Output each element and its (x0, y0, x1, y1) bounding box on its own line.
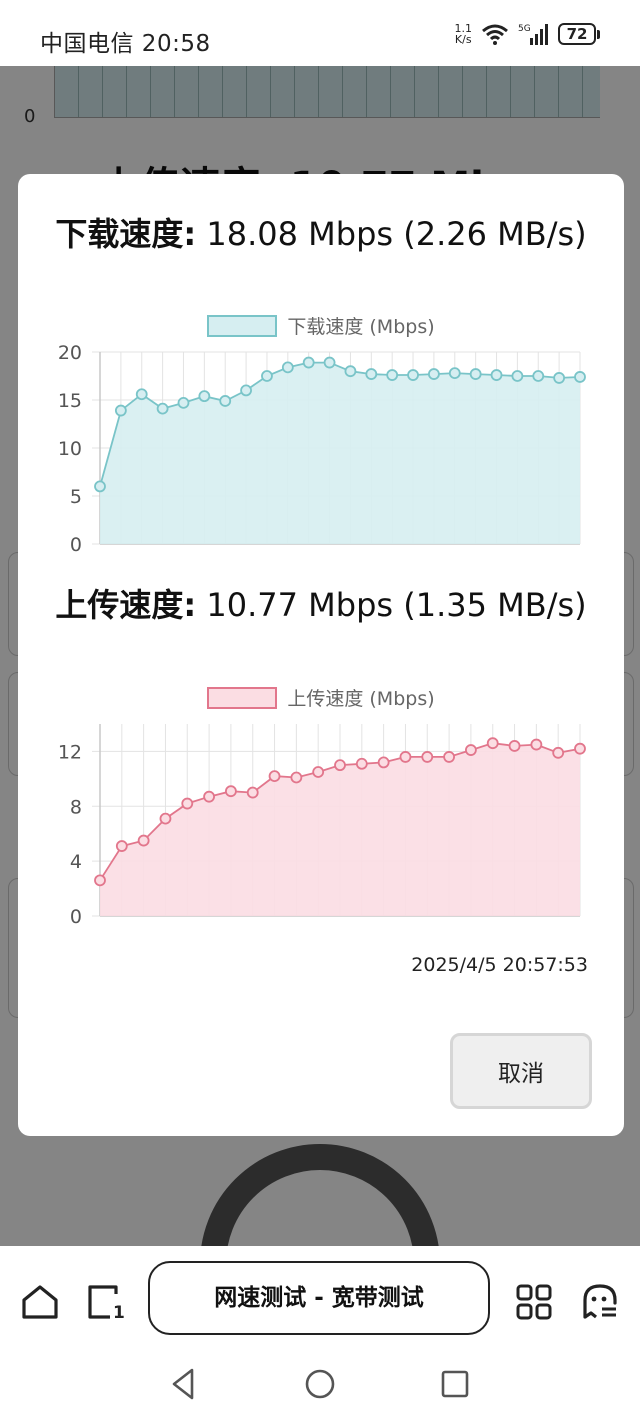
download-chart-data-point (532, 370, 545, 382)
upload-chart-data-point (115, 840, 128, 852)
upload-chart-data-point (421, 751, 434, 763)
download-chart-data-point (94, 480, 106, 493)
upload-chart-data-point (312, 766, 325, 778)
download-chart-ytick-label: 20 (58, 342, 82, 364)
download-chart-data-point (407, 369, 419, 381)
upload-legend-label: 上传速度 (Mbps) (287, 688, 435, 710)
download-chart-data-point (198, 390, 211, 403)
status-icons: 1.1 K/s 5G 72 (455, 22, 600, 46)
download-speed-title: 下载速度: 18.08 Mbps (2.26 MB/s) (38, 214, 604, 254)
status-bar: 中国电信 20:58 1.1 K/s 5G 72 (0, 0, 640, 66)
signal-5g-icon: 5G (518, 24, 548, 45)
download-chart-data-point (261, 370, 273, 382)
upload-chart-data-point (355, 757, 368, 770)
upload-chart-data-point (465, 744, 477, 756)
upload-speed-label: 上传速度: (55, 586, 197, 624)
download-chart-data-point (490, 369, 503, 381)
download-legend-swatch (207, 314, 278, 337)
upload-chart-ytick-label: 12 (58, 741, 82, 763)
download-chart-data-point (135, 388, 148, 401)
download-speed-label: 下载速度: (55, 215, 197, 253)
upload-chart-data-point (486, 737, 499, 750)
upload-chart-data-point (225, 785, 237, 798)
cancel-button[interactable]: 取消 (450, 1033, 592, 1109)
upload-chart-data-point (334, 759, 346, 772)
download-chart-ytick-label: 15 (58, 390, 82, 412)
upload-chart-data-point (443, 751, 455, 763)
download-chart-data-point (553, 372, 566, 384)
recents-icon[interactable] (437, 1366, 473, 1402)
download-chart-data-point (219, 395, 232, 407)
upload-chart-ytick-label: 4 (70, 851, 82, 873)
battery-icon: 72 (558, 23, 600, 45)
upload-speed-chart: 0 4 8 12 (58, 724, 586, 928)
back-icon[interactable] (166, 1366, 202, 1402)
upload-speed-title: 上传速度: 10.77 Mbps (1.35 MB/s) (38, 585, 604, 625)
network-rate-unit: K/s (454, 33, 472, 46)
speed-result-dialog: 下载速度: 18.08 Mbps (2.26 MB/s) 下载速度 (Mbps)… (18, 174, 624, 1136)
download-chart-data-point (240, 384, 252, 397)
upload-chart-data-point (246, 786, 259, 799)
download-chart-data-point (156, 402, 169, 415)
upload-chart-data-point (268, 770, 281, 783)
upload-chart-data-point (137, 834, 150, 847)
upload-chart-data-point (530, 738, 543, 751)
download-chart-ytick-label: 10 (58, 438, 82, 460)
upload-chart-data-point (552, 746, 565, 759)
upload-chart-ytick-label: 8 (70, 796, 82, 818)
test-timestamp: 2025/4/5 20:57:53 (411, 954, 588, 976)
download-chart-data-point (448, 367, 461, 380)
download-chart-data-point (574, 371, 586, 383)
upload-legend[interactable]: 上传速度 (Mbps) (18, 684, 624, 711)
apps-grid-icon[interactable] (514, 1282, 554, 1322)
download-chart-data-point (323, 356, 336, 369)
page-title-bar[interactable]: 网速测试 - 宽带测试 (148, 1261, 490, 1335)
download-chart-area (100, 362, 580, 544)
download-chart-data-point (511, 370, 524, 382)
browser-toolbar: 1 网速测试 - 宽带测试 (0, 1246, 640, 1356)
download-chart-ytick-label: 0 (70, 534, 82, 556)
download-chart-data-point (386, 369, 399, 381)
download-chart-data-point (344, 365, 357, 378)
tab-count: 1 (113, 1303, 125, 1322)
download-legend-label: 下载速度 (Mbps) (287, 316, 435, 338)
tabs-icon[interactable]: 1 (86, 1282, 126, 1322)
download-speed-value: 18.08 Mbps (2.26 MB/s) (196, 215, 587, 253)
download-chart-data-point (281, 361, 294, 374)
upload-chart-data-point (181, 797, 194, 810)
wifi-icon (482, 24, 508, 45)
battery-level: 72 (558, 23, 596, 45)
upload-chart-ytick-label: 0 (70, 906, 82, 928)
download-chart-ytick-label: 5 (70, 486, 82, 508)
svg-text:5G: 5G (518, 24, 531, 34)
upload-chart-data-point (508, 740, 521, 752)
download-chart-data-point (428, 368, 440, 380)
download-chart-data-point (302, 356, 315, 369)
system-navigation-bar (0, 1356, 640, 1420)
upload-chart-data-point (574, 742, 586, 755)
upload-chart-data-point (290, 771, 303, 784)
upload-chart-data-point (94, 874, 106, 887)
network-rate: 1.1 K/s (455, 23, 473, 45)
home-icon[interactable] (20, 1282, 60, 1322)
download-chart-data-point (177, 396, 190, 409)
home-circle-icon[interactable] (302, 1366, 338, 1402)
upload-speed-value: 10.77 Mbps (1.35 MB/s) (196, 586, 587, 624)
download-chart-data-point (114, 404, 127, 417)
download-chart-data-point (365, 368, 378, 380)
upload-chart-data-point (399, 751, 412, 763)
download-speed-chart: 0 5 10 15 20 (58, 342, 586, 556)
upload-chart-data-point (377, 756, 390, 769)
upload-legend-swatch (207, 686, 278, 709)
download-chart-data-point (469, 368, 482, 380)
upload-chart-data-point (159, 812, 172, 825)
download-legend[interactable]: 下载速度 (Mbps) (18, 312, 624, 339)
upload-chart-data-point (203, 790, 215, 803)
ghost-menu-icon[interactable] (580, 1282, 620, 1322)
carrier-time: 中国电信 20:58 (40, 31, 211, 57)
